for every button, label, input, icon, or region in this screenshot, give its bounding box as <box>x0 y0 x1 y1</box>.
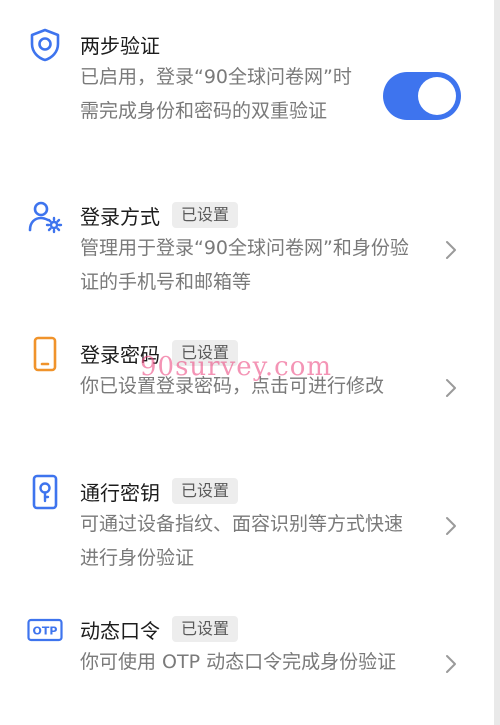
chevron-right-icon[interactable] <box>440 515 462 537</box>
chevron-right-icon[interactable] <box>440 239 462 261</box>
phone-icon <box>27 336 63 372</box>
scroll-edge <box>494 0 500 725</box>
status-badge: 已设置 <box>172 202 239 228</box>
otp-desc: 你可使用 OTP 动态口令完成身份验证 <box>80 651 397 673</box>
login-methods-desc: 管理用于登录“90全球问卷网”和身份验证的手机号和邮箱等 <box>80 237 409 293</box>
otp-icon-label: OTP <box>33 625 58 638</box>
two-step-verification-toggle[interactable] <box>383 72 461 120</box>
chevron-right-icon[interactable] <box>440 377 462 399</box>
passkey-title: 通行密钥 <box>80 480 160 505</box>
two-step-verification-title: 两步验证 <box>80 33 160 58</box>
watermark: 90survey.com <box>140 352 333 382</box>
otp-icon: OTP <box>27 612 63 648</box>
otp-title: 动态口令 <box>80 618 160 643</box>
passkey-desc: 可通过设备指纹、面容识别等方式快速进行身份验证 <box>80 513 404 569</box>
passkey-icon <box>27 474 63 510</box>
two-step-verification-desc: 已启用，登录“90全球问卷网”时需完成身份和密码的双重验证 <box>80 66 352 122</box>
status-badge: 已设置 <box>172 478 239 504</box>
shield-icon <box>27 27 63 63</box>
login-methods-title: 登录方式 <box>80 204 160 229</box>
chevron-right-icon[interactable] <box>440 653 462 675</box>
status-badge: 已设置 <box>172 616 239 642</box>
user-gear-icon <box>27 198 63 234</box>
toggle-knob <box>418 77 456 115</box>
